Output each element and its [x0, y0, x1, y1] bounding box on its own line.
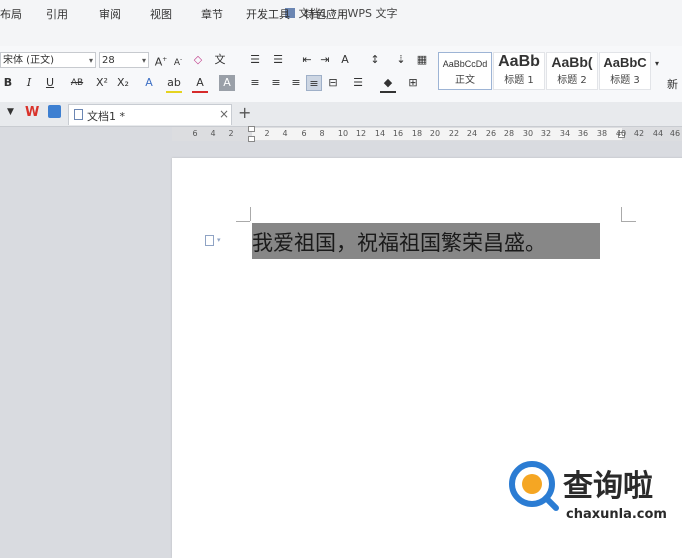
watermark-url: chaxunla.com	[566, 507, 667, 522]
ruler-label: 20	[429, 129, 441, 138]
shrink-font-icon[interactable]: A-	[170, 52, 186, 68]
watermark-brand: 查询啦	[563, 469, 653, 504]
align-justify-icon[interactable]: ≡	[306, 75, 322, 91]
menu-item-review[interactable]: 审阅	[99, 6, 121, 22]
ruler-label: 30	[522, 129, 534, 138]
chevron-down-icon: ▾	[141, 56, 146, 65]
ruler-label: 10	[337, 129, 349, 138]
char-spacing-icon[interactable]: A	[337, 52, 353, 68]
tab-label: 文档1 *	[87, 110, 125, 123]
cloud-doc-icon[interactable]	[48, 105, 61, 118]
magnifier-logo-icon	[509, 461, 559, 511]
ruler-label: 2	[228, 129, 234, 138]
ruler-label: 6	[192, 129, 198, 138]
new-tab-button[interactable]: +	[238, 103, 251, 122]
menu-item-developer-tools[interactable]: 开发工具	[246, 6, 290, 22]
ruler-label: 28	[503, 129, 515, 138]
ruler-label: 14	[374, 129, 386, 138]
shading-icon[interactable]: ◆	[380, 75, 396, 93]
border-icon[interactable]: ⊞	[405, 75, 421, 91]
ruler-label: 38	[596, 129, 608, 138]
ruler-label: 24	[466, 129, 478, 138]
bold-icon[interactable]: B	[0, 75, 16, 91]
margin-corner-mark	[236, 221, 250, 222]
margin-corner-mark	[621, 221, 636, 222]
numbered-list-icon[interactable]: ☰	[270, 52, 286, 68]
first-indent-marker[interactable]	[248, 126, 255, 132]
highlight-icon[interactable]: ab	[166, 75, 182, 93]
ruler-label: 18	[411, 129, 423, 138]
ruler-label: 4	[282, 129, 288, 138]
style-heading-3[interactable]: AaBbC 标题 3	[599, 52, 651, 90]
phonetic-guide-icon[interactable]: 文	[212, 52, 228, 68]
style-normal[interactable]: AaBbCcDd 正文	[438, 52, 492, 90]
wps-logo-icon[interactable]: W	[25, 105, 39, 120]
ruler-label: 16	[392, 129, 404, 138]
grow-font-icon[interactable]: A+	[153, 52, 169, 69]
ruler-label: 40	[615, 129, 627, 138]
chevron-down-icon: ▾	[88, 56, 93, 65]
sort-icon[interactable]: ↕	[367, 52, 383, 68]
ruler-label: 2	[264, 129, 270, 138]
close-icon[interactable]: ×	[219, 107, 229, 121]
ruler-label: 34	[559, 129, 571, 138]
align-center-icon[interactable]: ≡	[268, 75, 284, 91]
strikethrough-icon[interactable]: AB	[66, 75, 88, 91]
new-style-button[interactable]: 新	[667, 76, 678, 92]
text-effect-icon[interactable]: A	[141, 75, 157, 91]
line-spacing-icon[interactable]: ☰	[350, 75, 366, 91]
show-marks-icon[interactable]: ⇣	[393, 52, 409, 68]
align-left-icon[interactable]: ≡	[247, 75, 263, 91]
doc-icon	[74, 109, 83, 120]
left-indent-marker[interactable]	[248, 136, 255, 142]
bullet-list-icon[interactable]: ☰	[247, 52, 263, 68]
ruler-label: 36	[577, 129, 589, 138]
document-paragraph[interactable]: 我爱祖国，祝福祖国繁荣昌盛。	[252, 227, 546, 257]
menu-item-layout[interactable]: 布局	[0, 6, 22, 22]
ruler-label: 44	[652, 129, 664, 138]
ruler-label: 4	[210, 129, 216, 138]
align-right-icon[interactable]: ≡	[288, 75, 304, 91]
tab-menu-chevron-icon[interactable]: ▼	[7, 107, 14, 117]
ruler-label: 8	[319, 129, 325, 138]
styles-scroll-down-icon[interactable]: ▾	[652, 56, 662, 72]
increase-indent-icon[interactable]: ⇥	[317, 52, 333, 68]
style-heading-2[interactable]: AaBb( 标题 2	[546, 52, 598, 90]
italic-icon[interactable]: I	[21, 75, 37, 91]
decrease-indent-icon[interactable]: ⇤	[299, 52, 315, 68]
ruler-label: 6	[301, 129, 307, 138]
char-shading-icon[interactable]: A	[219, 75, 235, 91]
margin-corner-mark	[621, 207, 622, 221]
underline-icon[interactable]: U	[42, 75, 58, 91]
font-size-select[interactable]: 28 ▾	[99, 52, 149, 68]
superscript-icon[interactable]: X²	[94, 75, 110, 91]
font-name-select[interactable]: 宋体 (正文) ▾	[0, 52, 96, 68]
menu-item-special-apps[interactable]: 特色应用	[304, 6, 348, 22]
subscript-icon[interactable]: X₂	[115, 75, 131, 91]
style-heading-1[interactable]: AaBb 标题 1	[493, 52, 545, 90]
menu-item-references[interactable]: 引用	[46, 6, 68, 22]
distributed-icon[interactable]: ⊟	[325, 75, 341, 91]
ruler-label: 46	[669, 129, 681, 138]
ruler-label: 42	[633, 129, 645, 138]
table-grid-icon[interactable]: ▦	[414, 52, 430, 68]
ruler-label: 26	[485, 129, 497, 138]
paragraph-handle-icon[interactable]	[205, 235, 214, 246]
ruler-label: 22	[448, 129, 460, 138]
ruler-label: 12	[355, 129, 367, 138]
font-color-icon[interactable]: A	[192, 75, 208, 93]
chevron-down-icon: ▾	[217, 236, 221, 244]
menu-item-chapter[interactable]: 章节	[201, 6, 223, 22]
menu-bar	[0, 24, 682, 46]
menu-item-view[interactable]: 视图	[150, 6, 172, 22]
clear-format-icon[interactable]: ◇	[190, 52, 206, 68]
tab-document-1[interactable]: 文档1 * ×	[68, 104, 232, 125]
margin-corner-mark	[250, 207, 251, 221]
ruler-label: 32	[540, 129, 552, 138]
